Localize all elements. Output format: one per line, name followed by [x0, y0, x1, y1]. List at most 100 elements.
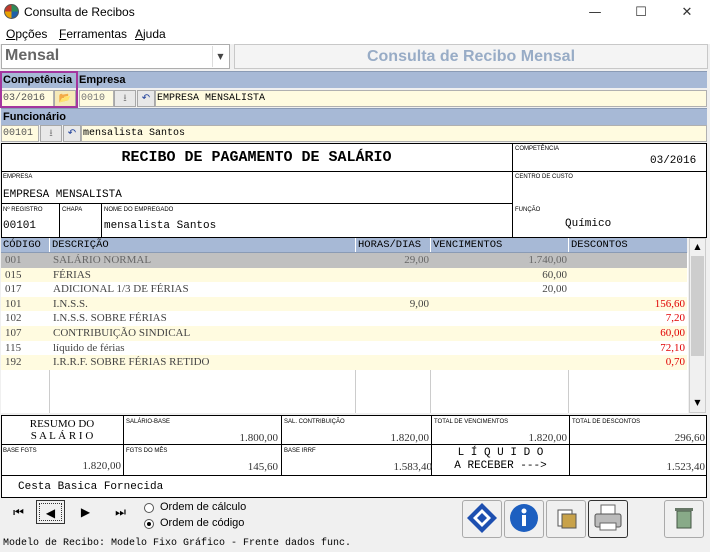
cell-vencimentos: 60,00	[542, 268, 567, 281]
nav-next-button[interactable]: ▶	[71, 500, 100, 524]
delete-button[interactable]	[664, 500, 704, 538]
table-row[interactable]: 017 ADICIONAL 1/3 DE FÉRIAS 20,00	[1, 282, 687, 297]
scroll-down-icon[interactable]: ▼	[691, 396, 704, 410]
empresa-name-field: EMPRESA MENSALISTA	[155, 90, 707, 107]
divider	[1, 475, 707, 476]
table-row[interactable]: 192 I.R.R.F. SOBRE FÉRIAS RETIDO 0,70	[1, 355, 687, 370]
menu-opcoes[interactable]: Opções	[6, 27, 47, 41]
base-irrf-label: BASE IRRF	[284, 448, 316, 454]
nav-first-button[interactable]: ⏮	[4, 500, 33, 524]
undo-icon[interactable]: ↶	[63, 125, 81, 142]
cell-codigo: 101	[5, 297, 22, 310]
print-button[interactable]	[588, 500, 628, 538]
cell-codigo: 115	[5, 341, 22, 354]
liquido-value: 1.523,40	[666, 461, 706, 473]
divider	[59, 203, 60, 238]
info-icon	[510, 504, 538, 532]
cell-horas: 9,00	[409, 297, 429, 310]
table-row[interactable]: 015 FÉRIAS 60,00	[1, 267, 687, 283]
page-heading: Consulta de Recibo Mensal	[234, 44, 708, 69]
cell-descontos: 60,00	[660, 327, 685, 339]
cell-descontos: 72,10	[660, 341, 685, 354]
empresa-code-input[interactable]: 0010	[79, 90, 114, 107]
cell-descontos: 0,70	[665, 356, 685, 369]
funcionario-bar: Funcionário	[1, 108, 707, 125]
maximize-button[interactable]: ☐	[618, 0, 664, 25]
menu-ferramentas[interactable]: Ferramentas	[59, 27, 127, 41]
undo-icon[interactable]: ↶	[137, 90, 155, 107]
fgts-mes-label: FGTS DO MÊS	[126, 448, 168, 454]
receipt-nome-value: mensalista Santos	[104, 220, 217, 232]
divider	[101, 203, 102, 238]
receipt-title: RECIBO DE PAGAMENTO DE SALÁRIO	[121, 149, 392, 166]
cell-horas: 29,00	[404, 254, 429, 266]
salario-base-label: SALÁRIO-BASE	[126, 419, 171, 425]
empresa-label: Empresa	[79, 74, 126, 86]
cell-codigo: 017	[5, 283, 22, 296]
cell-descricao: FÉRIAS	[53, 268, 91, 281]
receipt-registro-label: Nº REGISTRO	[3, 207, 43, 213]
menu-ajuda[interactable]: Ajuda	[135, 27, 166, 41]
receipt-funcao-label: FUNÇÃO	[515, 207, 541, 213]
table-header: CÓDIGO DESCRIÇÃO HORAS/DIAS VENCIMENTOS …	[1, 238, 687, 253]
export-button[interactable]	[546, 500, 586, 538]
resumo-label: RESUMO DO S A L Á R I O	[1, 418, 123, 442]
menu-opcoes-rest: pções	[15, 27, 48, 41]
chevron-down-icon[interactable]: ▼	[212, 46, 228, 67]
total-desc-label: TOTAL DE DESCONTOS	[572, 419, 641, 425]
order-code-label: Ordem de código	[160, 517, 245, 529]
cell-codigo: 015	[5, 268, 22, 281]
nav-prev-button[interactable]: ◀	[36, 500, 65, 524]
salario-base-value: 1.800,00	[239, 432, 279, 444]
sal-contrib-value: 1.820,00	[390, 432, 430, 444]
table-row[interactable]: 102 I.N.S.S. SOBRE FÉRIAS 7,20	[1, 311, 687, 326]
base-fgts-label: BASE FGTS	[3, 448, 37, 454]
trash-icon	[675, 508, 693, 529]
table-row[interactable]: 115 líquido de férias 72,10	[1, 340, 687, 356]
radio-dot	[147, 522, 151, 526]
info-button[interactable]	[504, 500, 544, 538]
cell-codigo: 192	[5, 356, 22, 369]
minimize-button[interactable]: —	[572, 0, 618, 25]
order-calc-label: Ordem de cálculo	[160, 501, 247, 513]
base-irrf-value: 1.583,40	[393, 461, 433, 473]
divider	[512, 143, 513, 238]
receipt-funcao-value: Químico	[565, 218, 612, 230]
menu-bar: Opções Ferramentas Ajuda	[0, 25, 710, 44]
divider	[1, 171, 707, 172]
scroll-thumb[interactable]	[691, 256, 704, 356]
cell-descricao: ADICIONAL 1/3 DE FÉRIAS	[53, 283, 189, 296]
cell-codigo: 001	[5, 254, 22, 266]
competencia-empresa-bar: Competência Empresa	[1, 71, 707, 88]
funcionario-code-input[interactable]: 00101	[1, 125, 39, 142]
cell-codigo: 102	[5, 312, 22, 325]
download-icon[interactable]: ⭳	[114, 90, 136, 107]
menu-ferramentas-rest: erramentas	[66, 27, 128, 41]
col-descontos: DESCONTOS	[568, 238, 628, 252]
cell-vencimentos: 1.740,00	[528, 254, 568, 266]
liquido-line2: A RECEBER --->	[454, 460, 547, 472]
order-code-radio[interactable]	[144, 519, 154, 529]
table-row[interactable]: 101 I.N.S.S. 9,00 156,60	[1, 296, 687, 312]
order-calc-radio[interactable]	[144, 503, 154, 513]
cell-vencimentos: 20,00	[542, 283, 567, 296]
download-icon[interactable]: ⭳	[40, 125, 62, 142]
table-row[interactable]: 001 SALÁRIO NORMAL 29,00 1.740,00	[1, 253, 687, 268]
recalculate-button[interactable]	[462, 500, 502, 538]
nav-last-button[interactable]: ⏭	[106, 500, 135, 524]
scroll-up-icon[interactable]: ▲	[691, 240, 704, 254]
col-vencimentos: VENCIMENTOS	[430, 238, 502, 252]
table-row[interactable]: 107 CONTRIBUIÇÃO SINDICAL 60,00	[1, 326, 687, 341]
resumo-line1: RESUMO DO	[29, 418, 95, 430]
cell-descontos: 156,60	[654, 297, 685, 310]
table-scrollbar[interactable]: ▲ ▼	[689, 238, 706, 413]
cell-descricao: I.N.S.S. SOBRE FÉRIAS	[53, 312, 167, 325]
col-descricao: DESCRIÇÃO	[49, 238, 109, 252]
receipt-type-select[interactable]: Mensal ▼	[1, 44, 230, 69]
receipt-type-value: Mensal	[5, 47, 60, 64]
diamond-arrows-icon	[467, 503, 497, 533]
total-venc-value: 1.820,00	[528, 432, 568, 444]
divider	[1, 444, 707, 445]
receipt-competencia-label: COMPETÊNCIA	[515, 146, 560, 152]
close-button[interactable]: ✕	[664, 0, 710, 25]
